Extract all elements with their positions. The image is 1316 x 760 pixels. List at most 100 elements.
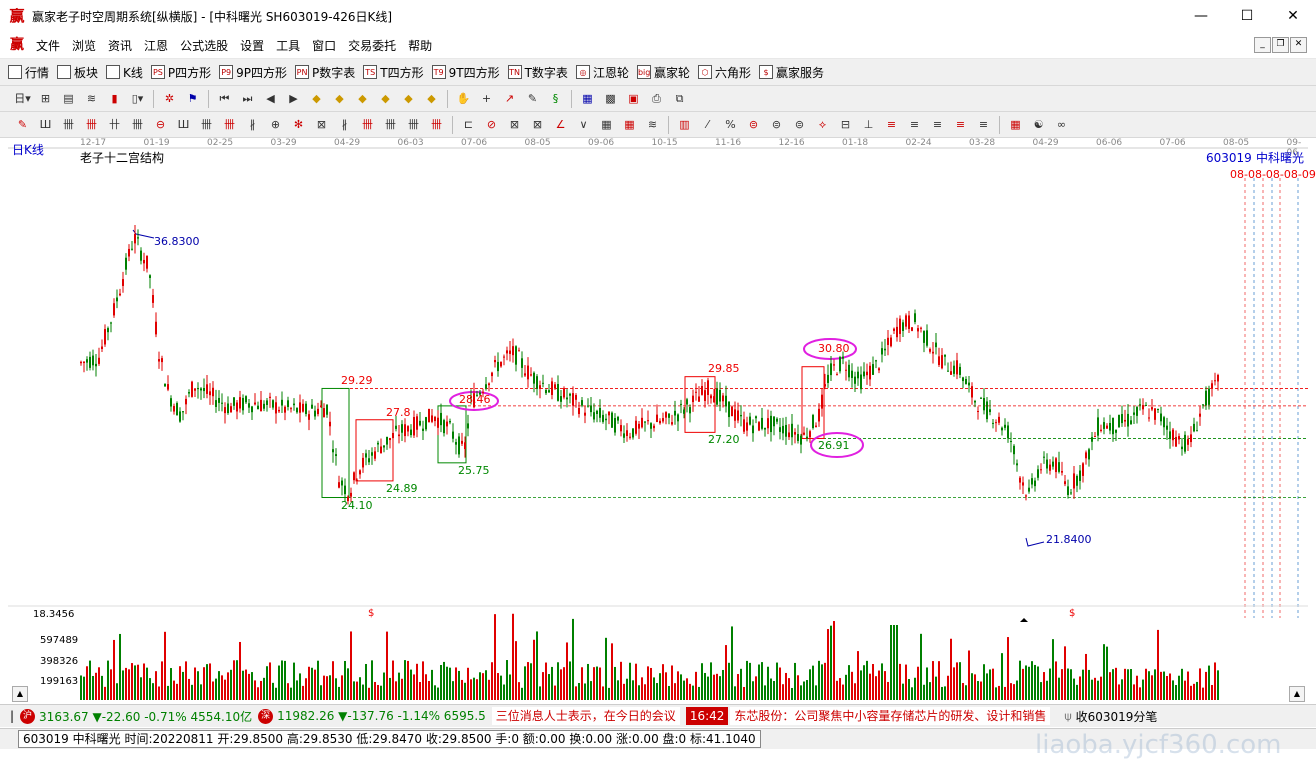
toolbar-p9-button[interactable]: P9 9P四方形 [219, 64, 287, 81]
news-ticker-2[interactable]: 东芯股份：公司聚焦中小容量存储芯片的研发、设计和销售 [730, 707, 1051, 725]
scroll-left-button[interactable]: ▲ [12, 686, 28, 702]
drawing-tool-icon[interactable]: ✻ [290, 116, 307, 133]
drawing-tool-icon[interactable]: ∠ [552, 116, 569, 133]
toolbar-grid-button[interactable]: 行情 [8, 64, 49, 81]
diamond-left-icon[interactable]: ◆ [354, 90, 371, 107]
zoom-in-icon[interactable]: ◆ [400, 90, 417, 107]
toolbar-ps-button[interactable]: PS P四方形 [150, 64, 211, 81]
drawing-tool-icon[interactable]: ⊟ [837, 116, 854, 133]
toolbar-pn-button[interactable]: PN P数字表 [295, 64, 355, 81]
print-icon[interactable]: ⎙ [648, 90, 665, 107]
left-icon[interactable]: ◀ [262, 90, 279, 107]
diamond-up-icon[interactable]: ◆ [308, 90, 325, 107]
scroll-right-button[interactable]: ▲ [1289, 686, 1305, 702]
drawing-tool-icon[interactable]: ▦ [1007, 116, 1024, 133]
drawing-tool-icon[interactable]: ⊕ [267, 116, 284, 133]
doc-icon[interactable]: ▤ [60, 90, 77, 107]
drawing-tool-icon[interactable]: % [722, 116, 739, 133]
menu-window[interactable]: 窗口 [312, 37, 336, 54]
drawing-tool-icon[interactable]: ☯ [1030, 116, 1047, 133]
last-icon[interactable]: ⏭ [239, 90, 256, 107]
drawing-tool-icon[interactable]: ⊠ [529, 116, 546, 133]
menu-tools[interactable]: 工具 [276, 37, 300, 54]
tick-link[interactable]: 收603019分笔 [1076, 708, 1158, 725]
drawing-tool-icon[interactable]: ⊜ [768, 116, 785, 133]
drawing-tool-icon[interactable]: 卌 [198, 116, 215, 133]
maximize-button[interactable]: ☐ [1224, 0, 1270, 32]
trend-icon[interactable]: ↗ [501, 90, 518, 107]
menu-browse[interactable]: 浏览 [72, 37, 96, 54]
export-icon[interactable]: ⧉ [671, 90, 688, 107]
menu-trade[interactable]: 交易委托 [348, 37, 396, 54]
drawing-tool-icon[interactable]: ∞ [1053, 116, 1070, 133]
drawing-tool-icon[interactable]: 卌 [428, 116, 445, 133]
toolbar-dollar-button[interactable]: $ 赢家服务 [758, 64, 824, 81]
drawing-tool-icon[interactable]: ≡ [952, 116, 969, 133]
right-icon[interactable]: ▶ [285, 90, 302, 107]
sz-index-value[interactable]: 11982.26 ▼-137.76 -1.14% 6595.5 [277, 709, 486, 723]
drawing-tool-icon[interactable]: ✎ [14, 116, 31, 133]
diamond-down-icon[interactable]: ◆ [331, 90, 348, 107]
drawing-tool-icon[interactable]: 卌 [221, 116, 238, 133]
drawing-tool-icon[interactable]: ∦ [244, 116, 261, 133]
drawing-tool-icon[interactable]: 卄 [106, 116, 123, 133]
menu-formula[interactable]: 公式选股 [180, 37, 228, 54]
drawing-tool-icon[interactable]: ⊏ [460, 116, 477, 133]
toolbar-kline-button[interactable]: K线 [106, 64, 143, 81]
indicator-dropdown[interactable]: ▯▾ [129, 90, 146, 107]
kline-chart[interactable]: $ $ 12-17 01-19 02-25 03-29 04-29 06-03 07-06 08… [8, 138, 1316, 703]
layout-icon[interactable]: ⊞ [37, 90, 54, 107]
drawing-tool-icon[interactable]: 卌 [359, 116, 376, 133]
menu-file[interactable]: 文件 [36, 37, 60, 54]
sh-index-value[interactable]: 3163.67 ▼-22.60 -0.71% 4554.10亿 [39, 708, 252, 725]
drawing-tool-icon[interactable]: 卌 [129, 116, 146, 133]
flag-icon[interactable]: ⚑ [184, 90, 201, 107]
mdi-minimize-button[interactable]: _ [1254, 37, 1271, 53]
mdi-restore-button[interactable]: ❐ [1272, 37, 1289, 53]
drawing-tool-icon[interactable]: ▥ [676, 116, 693, 133]
drawing-tool-icon[interactable]: ⟡ [814, 116, 831, 133]
drawing-tool-icon[interactable]: ⊠ [313, 116, 330, 133]
minimize-button[interactable]: — [1178, 0, 1224, 32]
drawing-tool-icon[interactable]: Ш [37, 116, 54, 133]
mdi-close-button[interactable]: ✕ [1290, 37, 1307, 53]
menu-help[interactable]: 帮助 [408, 37, 432, 54]
drawing-tool-icon[interactable]: ≡ [883, 116, 900, 133]
toolbar-winner-wheel-button[interactable]: big 赢家轮 [636, 64, 690, 81]
toolbar-hexagon-button[interactable]: ⬡ 六角形 [697, 64, 751, 81]
drawing-tool-icon[interactable]: ⊖ [152, 116, 169, 133]
drawing-tool-icon[interactable]: ▦ [621, 116, 638, 133]
news-ticker-1[interactable]: 三位消息人士表示，在今日的会议 [491, 707, 680, 725]
toolbar-gann-wheel-button[interactable]: ◎ 江恩轮 [575, 64, 629, 81]
drawing-tool-icon[interactable]: Ш [175, 116, 192, 133]
bagua-icon[interactable]: ✲ [161, 90, 178, 107]
toolbar-blocks-button[interactable]: 板块 [57, 64, 98, 81]
drawing-tool-icon[interactable]: 卌 [60, 116, 77, 133]
drawing-tool-icon[interactable]: 卌 [405, 116, 422, 133]
drawing-tool-icon[interactable]: ⊜ [791, 116, 808, 133]
toolbar-tn-button[interactable]: TN T数字表 [507, 64, 568, 81]
period-dropdown[interactable]: 日▾ [14, 90, 31, 107]
drawing-tool-icon[interactable]: ≡ [975, 116, 992, 133]
menu-settings[interactable]: 设置 [240, 37, 264, 54]
toolbar-t9-button[interactable]: T9 9T四方形 [431, 64, 500, 81]
drawing-tool-icon[interactable]: ⊜ [745, 116, 762, 133]
first-icon[interactable]: ⏮ [216, 90, 233, 107]
menu-gann[interactable]: 江恩 [144, 37, 168, 54]
drawing-tool-icon[interactable]: ⊘ [483, 116, 500, 133]
crosshair-icon[interactable]: + [478, 90, 495, 107]
diamond-right-icon[interactable]: ◆ [377, 90, 394, 107]
drawing-tool-icon[interactable]: ⊥ [860, 116, 877, 133]
hand-icon[interactable]: ✋ [455, 90, 472, 107]
lines-icon[interactable]: ≋ [83, 90, 100, 107]
drawing-tool-icon[interactable]: ∦ [336, 116, 353, 133]
candles-icon[interactable]: ▮ [106, 90, 123, 107]
zoom-out-icon[interactable]: ◆ [423, 90, 440, 107]
drawing-tool-icon[interactable]: ▦ [598, 116, 615, 133]
menu-info[interactable]: 资讯 [108, 37, 132, 54]
drawing-tool-icon[interactable]: ⊠ [506, 116, 523, 133]
drawing-tool-icon[interactable]: ≡ [906, 116, 923, 133]
drawing-tool-icon[interactable]: 卌 [382, 116, 399, 133]
save-icon[interactable]: ▣ [625, 90, 642, 107]
drawing-tool-icon[interactable]: ∨ [575, 116, 592, 133]
